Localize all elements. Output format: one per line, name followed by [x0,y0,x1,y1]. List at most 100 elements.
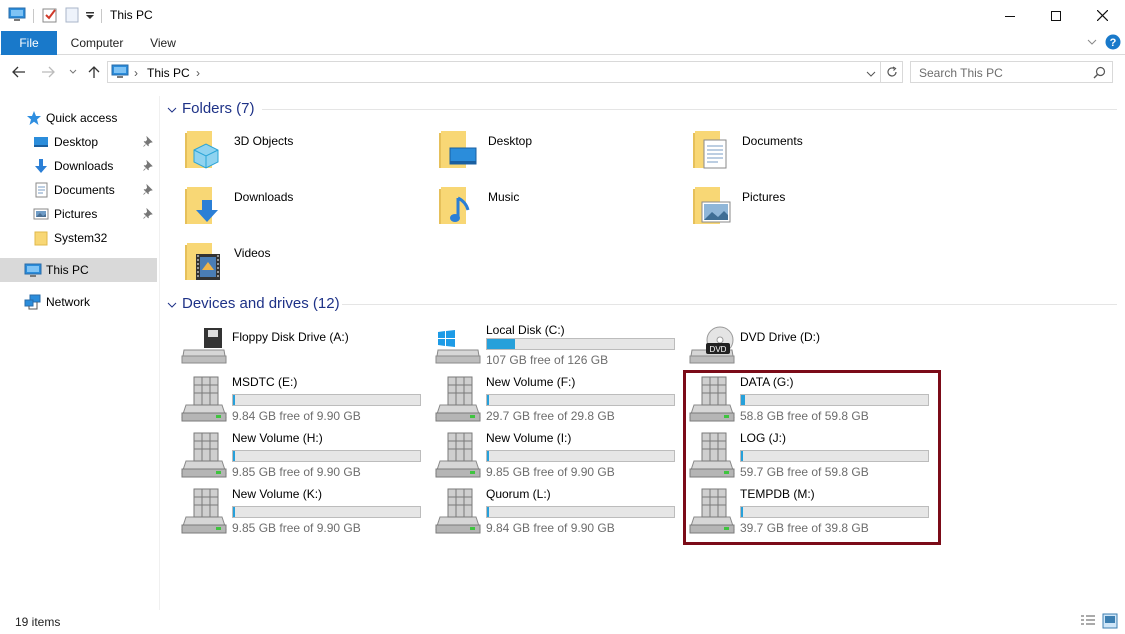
status-bar: 19 items [0,610,1125,634]
drive-name: New Volume (H:) [232,431,323,445]
drive-usage-bar [232,394,421,406]
large-icons-view-icon[interactable] [1102,613,1118,632]
drive-free-space: 9.85 GB free of 9.90 GB [232,521,361,535]
address-row: › This PC › Search This PC [0,58,1125,86]
sidebar-item-system32[interactable]: System32 [0,226,157,250]
folder-documents[interactable]: Documents [690,128,940,180]
sidebar-item-this-pc[interactable]: This PC [0,258,157,282]
pin-icon[interactable] [143,183,153,198]
breadcrumb-this-pc[interactable]: This PC [147,66,190,80]
folder-name: Documents [742,134,803,148]
sidebar-item-label: System32 [54,231,108,245]
sidebar-item-desktop[interactable]: Desktop [0,130,157,154]
details-view-icon[interactable] [1080,614,1096,631]
svg-text:DVD: DVD [710,345,727,354]
collapse-chevron-icon[interactable] [167,103,177,117]
sidebar-item-quick-access[interactable]: Quick access [0,106,157,130]
this-pc-icon [24,262,42,278]
downloads-icon [33,158,49,174]
pin-icon[interactable] [143,135,153,150]
address-bar[interactable]: › This PC › [107,61,881,83]
search-input[interactable]: Search This PC [910,61,1113,83]
refresh-icon [886,66,897,77]
drive-local-disk-c[interactable]: Local Disk (C:) 107 GB free of 126 GB [434,323,684,378]
drive-free-space: 107 GB free of 126 GB [486,353,609,367]
folder-3d-objects[interactable]: 3D Objects [182,128,432,180]
up-button[interactable] [84,62,104,82]
drive-usage-bar [486,450,675,462]
help-icon[interactable]: ? [1105,34,1121,53]
hard-drive-icon [434,375,482,426]
ribbon: File Computer View ? [0,31,1125,55]
breadcrumb-chevron-icon[interactable]: › [134,66,138,80]
folder-music[interactable]: Music [436,184,686,236]
collapse-chevron-icon[interactable] [167,298,177,312]
forward-arrow-icon [42,66,55,78]
expand-ribbon-icon[interactable] [1086,36,1098,51]
folder-videos[interactable]: Videos [182,240,432,292]
drive-free-space: 9.85 GB free of 9.90 GB [232,465,361,479]
properties-icon[interactable] [42,7,58,25]
drive-floppy-a[interactable]: Floppy Disk Drive (A:) [180,326,430,378]
tab-computer[interactable]: Computer [62,31,132,55]
floppy-drive-icon [180,326,228,369]
hard-drive-icon [180,375,228,426]
minimize-button[interactable] [987,0,1033,31]
pictures-icon [33,206,49,222]
recent-locations-button[interactable] [63,62,83,82]
drive-usage-bar [486,394,675,406]
drive-new-volume-i[interactable]: New Volume (I:) 9.85 GB free of 9.90 GB [434,431,684,483]
minimize-icon [1005,15,1015,17]
sidebar-item-downloads[interactable]: Downloads [0,154,157,178]
folder-desktop[interactable]: Desktop [436,128,686,180]
folder-icon [33,230,49,246]
folder-name: Downloads [234,190,294,204]
up-arrow-icon [88,66,100,78]
drive-quorum-l[interactable]: Quorum (L:) 9.84 GB free of 9.90 GB [434,487,684,539]
pin-icon[interactable] [143,159,153,174]
title-bar: This PC [0,0,1125,31]
star-icon [26,110,42,126]
drive-new-volume-k[interactable]: New Volume (K:) 9.85 GB free of 9.90 GB [180,487,430,539]
drive-new-volume-f[interactable]: New Volume (F:) 29.7 GB free of 29.8 GB [434,375,684,427]
refresh-button[interactable] [881,61,903,83]
folder-pictures[interactable]: Pictures [690,184,940,236]
maximize-icon [1051,10,1061,21]
address-dropdown-icon[interactable] [866,67,876,81]
videos-folder-icon [182,240,226,287]
tab-file[interactable]: File [1,31,57,55]
customize-toolbar-icon[interactable] [85,10,95,28]
folder-name: Pictures [742,190,786,204]
folder-downloads[interactable]: Downloads [182,184,432,236]
search-icon[interactable] [1093,66,1106,82]
sidebar-item-network[interactable]: Network [0,290,157,314]
drive-name: Floppy Disk Drive (A:) [232,330,349,344]
drive-free-space: 9.84 GB free of 9.90 GB [232,409,361,423]
svg-text:?: ? [1110,37,1117,49]
group-heading-devices[interactable]: Devices and drives (12) [182,295,340,312]
folder-name: 3D Objects [234,134,294,148]
drive-name: Quorum (L:) [486,487,551,501]
forward-button[interactable] [38,62,58,82]
item-count: 19 items [15,615,61,629]
documents-folder-icon [690,128,734,175]
breadcrumb-chevron-icon[interactable]: › [196,66,200,80]
sidebar-item-pictures[interactable]: Pictures [0,202,157,226]
group-heading-folders[interactable]: Folders (7) [182,100,255,117]
drive-msdtc-e[interactable]: MSDTC (E:) 9.84 GB free of 9.90 GB [180,375,430,427]
close-icon [1096,10,1108,21]
drive-name: Local Disk (C:) [486,323,565,337]
drive-new-volume-h[interactable]: New Volume (H:) 9.85 GB free of 9.90 GB [180,431,430,483]
sidebar-item-label: This PC [46,263,89,277]
folder-name: Desktop [488,134,533,148]
back-button[interactable] [9,62,29,82]
pin-icon[interactable] [143,207,153,222]
tab-view[interactable]: View [140,31,186,55]
sidebar-item-documents[interactable]: Documents [0,178,157,202]
this-pc-icon[interactable] [8,7,26,25]
window-title: This PC [110,8,153,22]
this-pc-icon [111,64,129,83]
maximize-button[interactable] [1033,0,1079,31]
new-folder-icon[interactable] [65,7,79,25]
close-button[interactable] [1079,0,1125,31]
